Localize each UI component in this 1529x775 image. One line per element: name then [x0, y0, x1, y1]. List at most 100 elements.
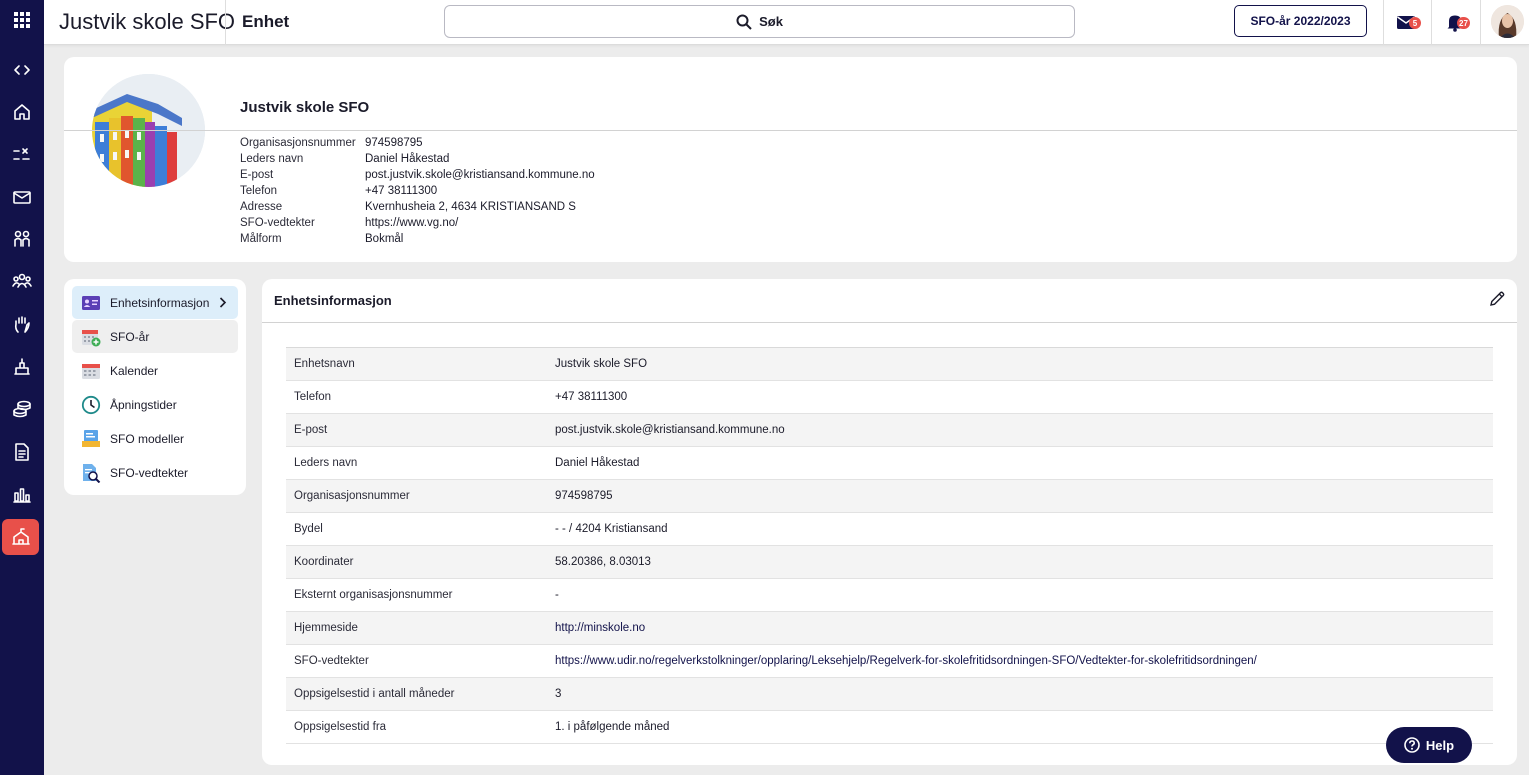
- summary-label: E-post: [240, 169, 274, 181]
- edit-pencil-icon[interactable]: [1488, 290, 1506, 308]
- unit-summary: Organisasjonsnummer 974598795 Leders navn…: [240, 135, 595, 247]
- search-input[interactable]: Søk: [444, 5, 1075, 38]
- summary-value: +47 38111300: [365, 185, 438, 197]
- chart-icon[interactable]: [0, 476, 44, 512]
- summary-label: Adresse: [240, 201, 283, 213]
- table-row: Koordinater 58.20386, 8.03013: [286, 546, 1493, 579]
- menu-item-kalender[interactable]: Kalender: [72, 354, 238, 387]
- row-value: Justvik skole SFO: [555, 358, 648, 370]
- table-row: Hjemmeside http://minskole.no: [286, 612, 1493, 645]
- summary-label: Målform: [240, 233, 282, 245]
- hand-icon[interactable]: [0, 306, 44, 342]
- table-row: Leders navn Daniel Håkestad: [286, 447, 1493, 480]
- summary-label: SFO-vedtekter: [240, 217, 315, 229]
- summary-row: Telefon +47 38111300: [240, 183, 595, 199]
- summary-row: Leders navn Daniel Håkestad: [240, 151, 595, 167]
- table-row: Enhetsnavn Justvik skole SFO: [286, 348, 1493, 381]
- statutes-link[interactable]: https://www.udir.no/regelverkstolkninger…: [555, 655, 1257, 667]
- summary-value: Kvernhusheia 2, 4634 KRISTIANSAND S: [365, 201, 576, 213]
- menu-item-sfo-vedtekter[interactable]: SFO-vedtekter: [72, 456, 238, 489]
- row-value: - - / 4204 Kristiansand: [555, 523, 668, 535]
- row-value: -: [555, 589, 559, 601]
- menu-item-enhetsinformasjon[interactable]: Enhetsinformasjon: [72, 286, 238, 319]
- row-value: 58.20386, 8.03013: [555, 556, 651, 568]
- summary-label: Telefon: [240, 185, 278, 197]
- messages-count-badge: 5: [1409, 17, 1421, 29]
- document-icon[interactable]: [0, 434, 44, 470]
- unit-side-menu: Enhetsinformasjon SFO-år Kalender Åpning…: [64, 279, 246, 495]
- menu-item-label: SFO modeller: [110, 431, 185, 446]
- document-search-icon: [83, 464, 101, 483]
- coins-icon[interactable]: [0, 391, 44, 427]
- summary-row: Adresse Kvernhusheia 2, 4634 KRISTIANSAND…: [240, 199, 595, 215]
- summary-label: Leders navn: [240, 153, 304, 165]
- help-label: Help: [1425, 737, 1455, 753]
- table-row: Oppsigelsestid fra 1. i påfølgende måned: [286, 711, 1493, 744]
- people-icon[interactable]: [0, 221, 44, 257]
- id-card-icon: [82, 296, 100, 310]
- page-title: Enhet: [242, 12, 290, 31]
- summary-row: Organisasjonsnummer 974598795: [240, 135, 595, 151]
- expand-collapse-icon[interactable]: [0, 52, 44, 88]
- row-label: Eksternt organisasjonsnummer: [294, 589, 453, 601]
- unit-name: Justvik skole SFO: [240, 99, 370, 116]
- menu-item-sfo-modeller[interactable]: SFO modeller: [72, 422, 238, 455]
- divider: [262, 322, 1517, 323]
- menu-item-label: Åpningstider: [110, 397, 177, 412]
- table-row: Oppsigelsestid i antall måneder 3: [286, 678, 1493, 711]
- menu-item-label: SFO-vedtekter: [110, 465, 189, 480]
- row-label: Leders navn: [294, 457, 358, 469]
- clock-icon: [81, 395, 101, 415]
- app-title[interactable]: Justvik skole SFO: [59, 9, 235, 35]
- menu-item-sfo-ar[interactable]: SFO-år: [72, 320, 238, 353]
- summary-label: Organisasjonsnummer: [240, 137, 356, 149]
- summary-row: Målform Bokmål: [240, 231, 595, 247]
- building-icon[interactable]: [0, 349, 44, 385]
- avatar[interactable]: [1491, 5, 1524, 38]
- row-label: Bydel: [294, 523, 323, 535]
- table-row: SFO-vedtekter https://www.udir.no/regelve…: [286, 645, 1493, 678]
- divider: [1383, 0, 1384, 45]
- table-row: Organisasjonsnummer 974598795: [286, 480, 1493, 513]
- search-icon: [736, 14, 752, 30]
- homepage-link[interactable]: http://minskole.no: [555, 622, 645, 634]
- mail-icon[interactable]: [0, 179, 44, 215]
- home-icon[interactable]: [0, 94, 44, 130]
- grid-icon[interactable]: [0, 2, 44, 38]
- row-label: Oppsigelsestid i antall måneder: [294, 688, 455, 700]
- groups-icon[interactable]: [0, 263, 44, 299]
- table-row: Eksternt organisasjonsnummer -: [286, 579, 1493, 612]
- calendar-icon: [82, 364, 100, 379]
- row-label: Enhetsnavn: [294, 358, 355, 370]
- section-title: Enhetsinformasjon: [274, 293, 392, 308]
- school-icon[interactable]: [2, 519, 39, 555]
- table-row: Telefon +47 38111300: [286, 381, 1493, 414]
- menu-item-label: Kalender: [110, 363, 159, 378]
- summary-row: SFO-vedtekter https://www.vg.no/: [240, 215, 595, 231]
- left-nav-rail: [0, 0, 44, 775]
- unit-details-table: Enhetsnavn Justvik skole SFO Telefon +47 3…: [286, 347, 1493, 744]
- menu-item-apningstider[interactable]: Åpningstider: [72, 388, 238, 421]
- help-button[interactable]: Help: [1386, 727, 1472, 763]
- summary-value: 974598795: [365, 137, 423, 149]
- divider: [1480, 0, 1481, 45]
- unit-profile-card: Justvik skole SFO Organisasjonsnummer 974…: [64, 57, 1517, 262]
- divider: [225, 0, 226, 45]
- summary-value: https://www.vg.no/: [365, 217, 459, 229]
- row-label: SFO-vedtekter: [294, 655, 369, 667]
- summary-row: E-post post.justvik.skole@kristiansand.ko…: [240, 167, 595, 183]
- row-label: E-post: [294, 424, 328, 436]
- divider: [64, 130, 1517, 131]
- row-value: 974598795: [555, 490, 613, 502]
- tasks-icon[interactable]: [0, 137, 44, 173]
- summary-value: post.justvik.skole@kristiansand.kommune.…: [365, 169, 595, 181]
- row-label: Organisasjonsnummer: [294, 490, 410, 502]
- row-value: +47 38111300: [555, 391, 628, 403]
- divider: [1431, 0, 1432, 45]
- notifications-count-badge: 27: [1457, 17, 1470, 29]
- sfo-year-button[interactable]: SFO-år 2022/2023: [1234, 5, 1367, 37]
- model-icon: [82, 430, 100, 447]
- menu-item-label: SFO-år: [110, 329, 150, 344]
- row-value: 1. i påfølgende måned: [555, 721, 670, 733]
- calendar-add-icon: [82, 330, 101, 347]
